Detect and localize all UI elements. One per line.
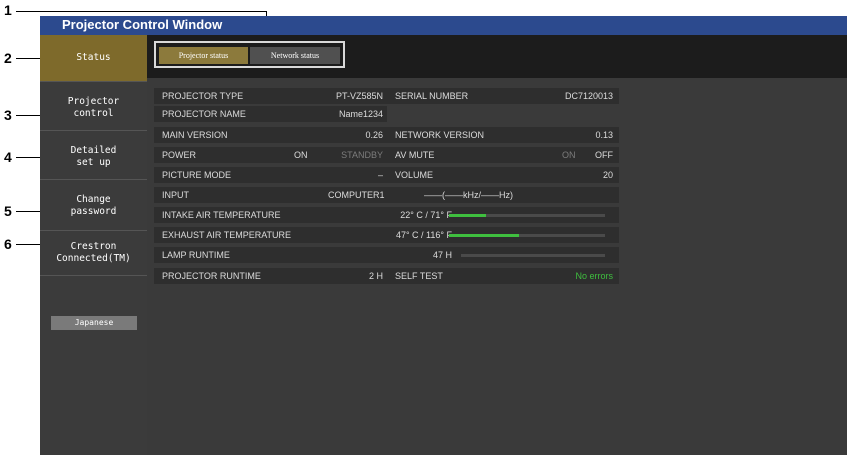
sidebar-item-label: Projector control [67, 96, 120, 119]
table-row: PROJECTOR NAME Name1234 [154, 106, 387, 122]
sidebar-item-projector-control[interactable]: Projector control [40, 82, 147, 130]
projector-runtime-value: 2 H [368, 271, 383, 281]
network-version-value: 0.13 [595, 130, 613, 140]
main-version-label: MAIN VERSION [162, 130, 228, 140]
table-row: PROJECTOR TYPE PT-VZ585N SERIAL NUMBER D… [154, 88, 619, 104]
projector-type-value: PT-VZ585N [335, 91, 383, 101]
exhaust-temp-bar-fill [449, 234, 520, 237]
sidebar-item-label: Change password [70, 194, 117, 217]
av-mute-on: ON [562, 150, 576, 160]
lamp-runtime-bar [461, 254, 605, 257]
self-test-label: SELF TEST [395, 271, 443, 281]
table-row: PROJECTOR RUNTIME 2 H SELF TEST No error… [154, 268, 619, 284]
picture-mode-label: PICTURE MODE [162, 170, 232, 180]
table-row: PICTURE MODE – VOLUME 20 [154, 167, 619, 183]
sidebar-item-label: Status [76, 52, 111, 63]
callout-1: 1 [4, 2, 12, 18]
intake-temp-label: INTAKE AIR TEMPERATURE [162, 210, 281, 220]
network-version-label: NETWORK VERSION [395, 130, 485, 140]
projector-name-value: Name1234 [338, 109, 383, 119]
table-row: INPUT COMPUTER1 ——(——kHz/——Hz) [154, 187, 619, 203]
intake-temp-bar [449, 214, 605, 217]
exhaust-temp-label: EXHAUST AIR TEMPERATURE [162, 230, 292, 240]
volume-label: VOLUME [395, 170, 434, 180]
table-row: LAMP RUNTIME 47 H [154, 247, 619, 263]
power-label: POWER [162, 150, 197, 160]
callout-4: 4 [4, 149, 12, 165]
callout-2: 2 [4, 50, 12, 66]
projector-type-label: PROJECTOR TYPE [162, 91, 244, 101]
intake-temp-bar-fill [449, 214, 487, 217]
callout-3: 3 [4, 107, 12, 123]
lamp-runtime-value: 47 H [432, 250, 452, 260]
sidebar-divider [40, 275, 147, 276]
input-label: INPUT [162, 190, 189, 200]
lamp-runtime-label: LAMP RUNTIME [162, 250, 230, 260]
power-standby: STANDBY [341, 150, 383, 160]
serial-number-value: DC7120013 [564, 91, 613, 101]
table-row: INTAKE AIR TEMPERATURE 22° C / 71° F [154, 207, 619, 223]
main-version-value: 0.26 [365, 130, 383, 140]
callout-6: 6 [4, 236, 12, 252]
tab-network-status[interactable]: Network status [250, 47, 340, 64]
japanese-button[interactable]: Japanese [51, 316, 137, 330]
callout-5: 5 [4, 203, 12, 219]
sidebar-item-label: Crestron Connected(TM) [56, 241, 131, 264]
serial-number-label: SERIAL NUMBER [395, 91, 469, 101]
sidebar-item-crestron[interactable]: Crestron Connected(TM) [40, 231, 147, 275]
table-row: MAIN VERSION 0.26 NETWORK VERSION 0.13 [154, 127, 619, 143]
intake-temp-value: 22° C / 71° F [400, 210, 452, 220]
av-mute-label: AV MUTE [395, 150, 435, 160]
exhaust-temp-value: 47° C / 116° F [395, 230, 452, 240]
power-on: ON [294, 150, 308, 160]
self-test-value: No errors [575, 271, 613, 281]
picture-mode-value: – [377, 170, 383, 180]
table-row: POWER ON STANDBY AV MUTE ON OFF [154, 147, 619, 163]
volume-value: 20 [602, 170, 613, 180]
callout-1-line [16, 11, 266, 12]
window-title: Projector Control Window [62, 17, 223, 32]
sidebar-item-label: Detailed set up [70, 145, 117, 168]
av-mute-off: OFF [595, 150, 613, 160]
projector-name-label: PROJECTOR NAME [162, 109, 246, 119]
input-value: COMPUTER1 [328, 190, 385, 200]
input-frequency: ——(——kHz/——Hz) [424, 190, 513, 200]
tab-projector-status[interactable]: Projector status [159, 47, 248, 64]
projector-runtime-label: PROJECTOR RUNTIME [162, 271, 261, 281]
table-row: EXHAUST AIR TEMPERATURE 47° C / 116° F [154, 227, 619, 243]
sidebar-item-status[interactable]: Status [40, 35, 147, 81]
exhaust-temp-bar [449, 234, 605, 237]
sidebar-item-detailed-set-up[interactable]: Detailed set up [40, 131, 147, 179]
sidebar-item-change-password[interactable]: Change password [40, 180, 147, 230]
